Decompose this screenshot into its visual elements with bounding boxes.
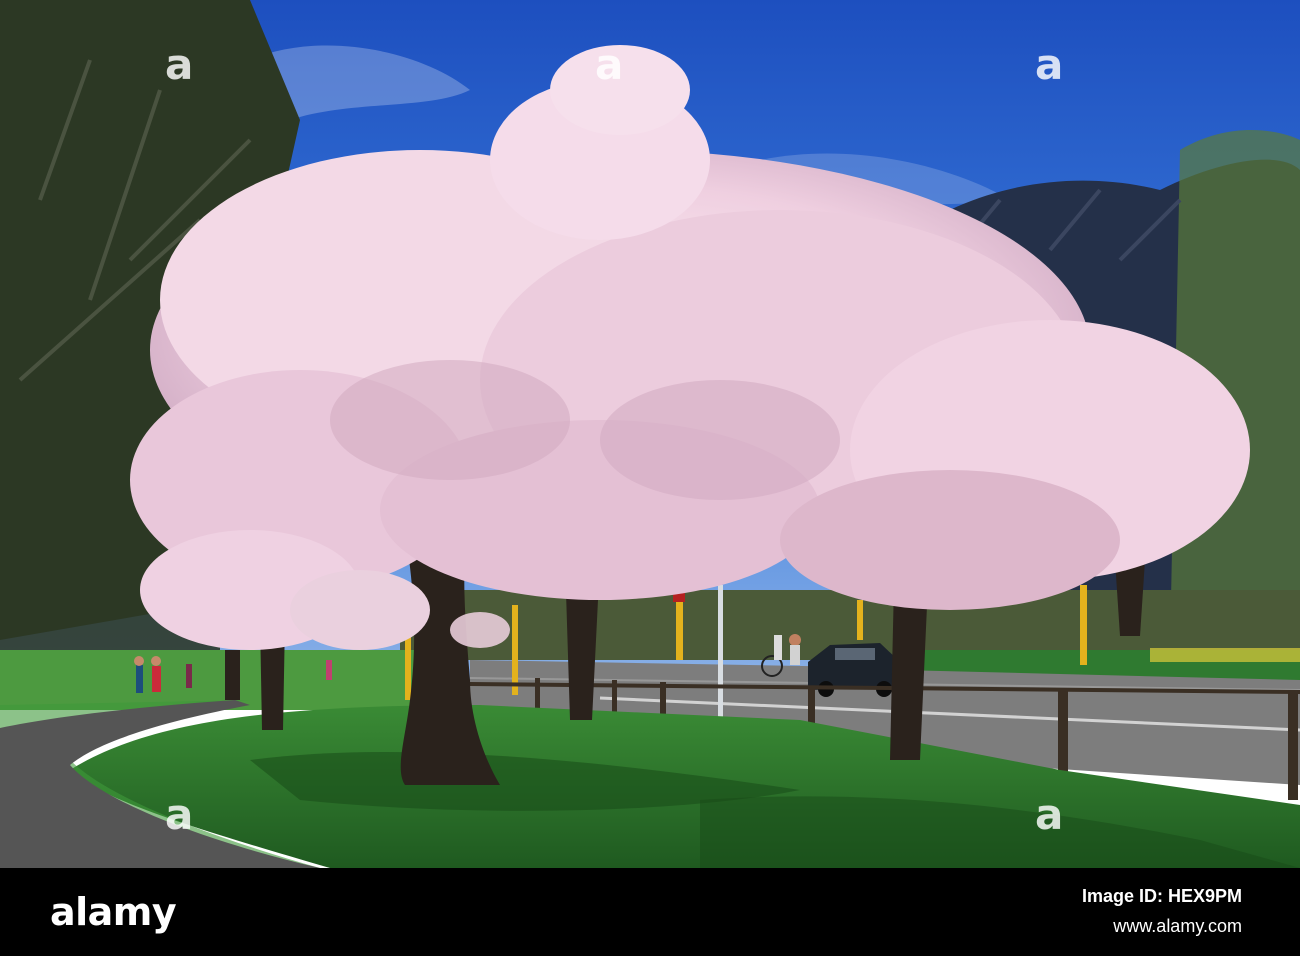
watermark: a [165,790,194,839]
website-url: www.alamy.com [1113,916,1242,936]
cherry-blossom-photo: a a a a a [0,0,1300,868]
watermark: a [165,40,194,89]
stock-footer-bar: alamy Image ID: HEX9PM www.alamy.com [0,868,1300,956]
stock-photo-frame: a a a a a alamy Image ID: HEX9PM www.ala… [0,0,1300,956]
watermark: a [1035,790,1064,839]
alamy-logo: alamy [50,890,177,934]
watermark: a [1035,40,1064,89]
image-id-label: Image ID: HEX9PM [1081,886,1242,906]
watermark: a [595,40,624,89]
scene-illustration [0,0,1300,868]
